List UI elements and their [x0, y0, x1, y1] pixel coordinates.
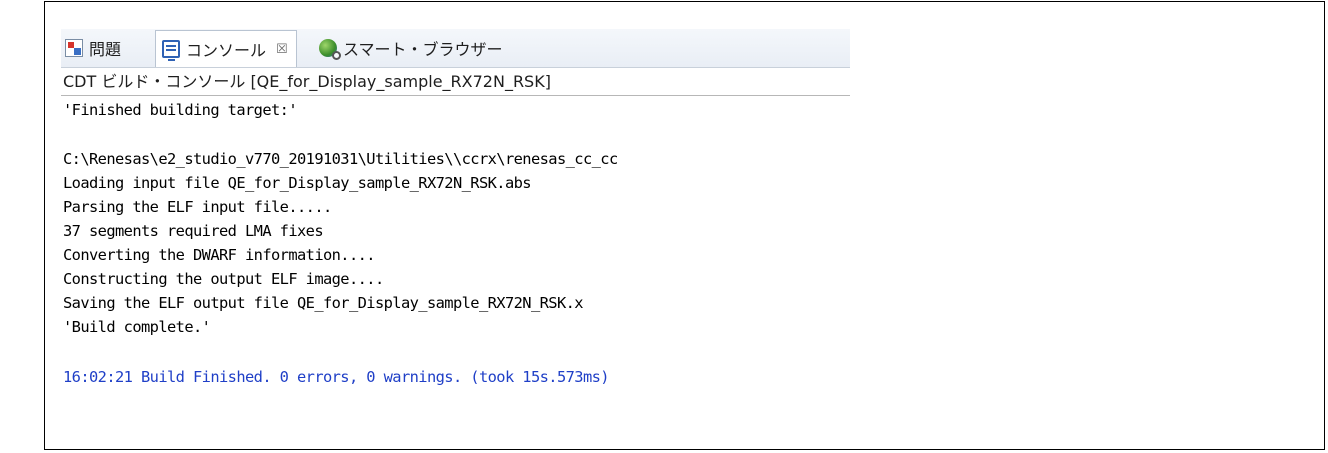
- console-title: CDT ビルド・コンソール [QE_for_Display_sample_RX7…: [61, 68, 850, 96]
- console-view: 問題 コンソール ☒ スマート・ブラウザー CDT ビルド・コンソール [QE_…: [61, 29, 850, 449]
- console-line: Parsing the ELF input file.....: [63, 198, 332, 216]
- console-line: C:\Renesas\e2_studio_v770_20191031\Utili…: [63, 150, 618, 168]
- console-line: 37 segments required LMA fixes: [63, 222, 324, 240]
- console-line: 'Finished building target:': [63, 101, 298, 119]
- close-icon[interactable]: ☒: [276, 42, 288, 57]
- tab-problems[interactable]: 問題: [65, 31, 121, 65]
- problems-icon: [65, 39, 83, 57]
- console-line: Loading input file QE_for_Display_sample…: [63, 174, 532, 192]
- tab-smart-browser[interactable]: スマート・ブラウザー: [319, 31, 503, 65]
- tab-problems-label: 問題: [89, 40, 122, 59]
- console-line: 'Build complete.': [63, 318, 211, 336]
- tab-console[interactable]: コンソール ☒: [155, 30, 297, 67]
- view-tab-bar: 問題 コンソール ☒ スマート・ブラウザー: [61, 29, 850, 68]
- build-status-line: 16:02:21 Build Finished. 0 errors, 0 war…: [63, 368, 610, 386]
- console-line: Converting the DWARF information....: [63, 246, 376, 264]
- tab-smart-browser-label: スマート・ブラウザー: [343, 40, 503, 59]
- console-output[interactable]: 'Finished building target:' C:\Renesas\e…: [61, 97, 850, 449]
- tab-console-label: コンソール: [186, 41, 267, 60]
- console-icon: [162, 40, 180, 61]
- figure-frame: 問題 コンソール ☒ スマート・ブラウザー CDT ビルド・コンソール [QE_…: [44, 1, 1325, 450]
- console-line: Saving the ELF output file QE_for_Displa…: [63, 294, 584, 312]
- smart-browser-icon: [319, 39, 341, 60]
- console-line: Constructing the output ELF image....: [63, 270, 384, 288]
